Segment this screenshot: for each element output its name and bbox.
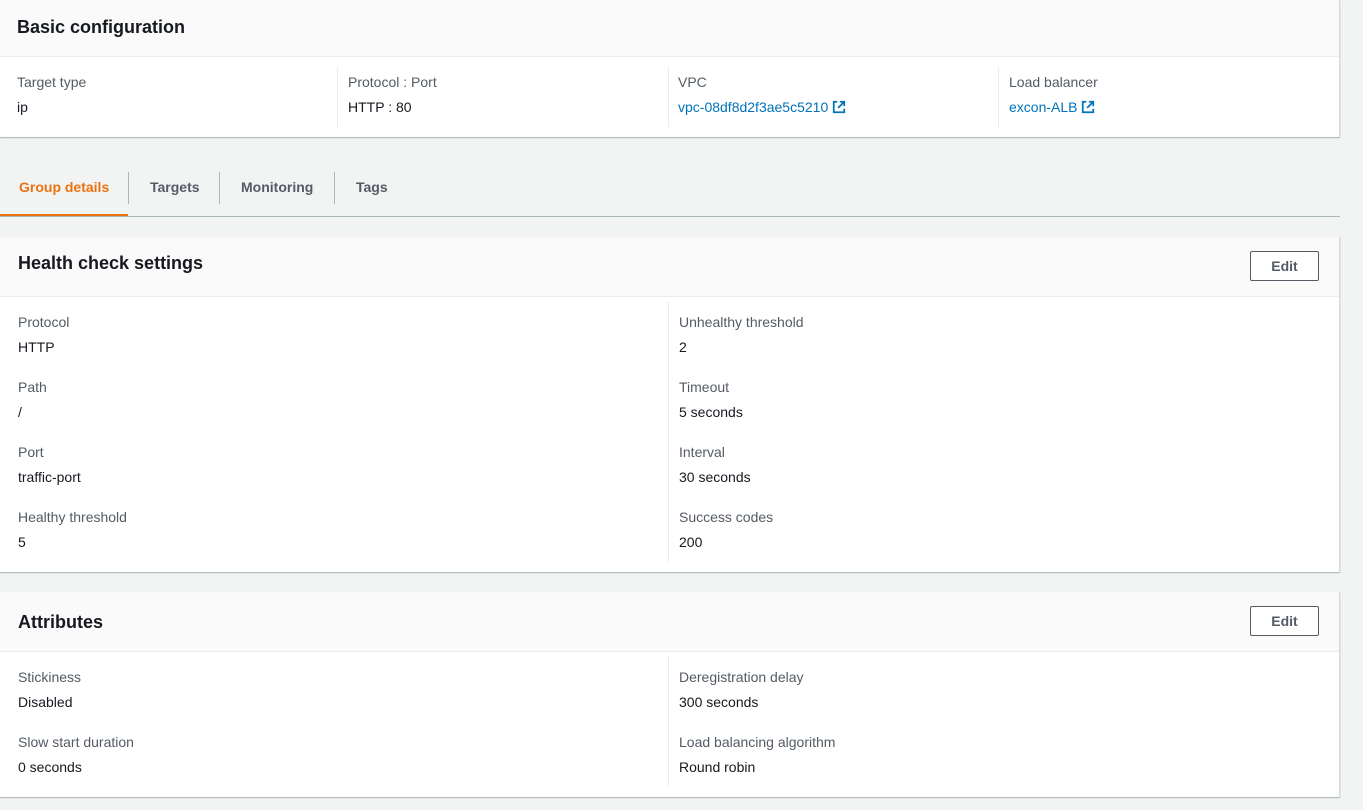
tab-group-details[interactable]: Group details (0, 160, 128, 216)
column-divider (668, 301, 669, 563)
vpc-field: VPC vpc-08df8d2f3ae5c5210 (668, 57, 998, 127)
interval-value: 30 seconds (679, 469, 751, 485)
vpc-link-text: vpc-08df8d2f3ae5c5210 (678, 99, 829, 115)
stickiness-label: Stickiness (18, 669, 82, 685)
load-balancing-algorithm-value: Round robin (679, 759, 756, 775)
protocol-port-field: Protocol : Port HTTP : 80 (337, 57, 668, 127)
attributes-title: Attributes (18, 612, 103, 632)
basic-configuration-header: Basic configuration (0, 0, 1339, 57)
deregistration-delay-value: 300 seconds (679, 694, 759, 710)
health-check-edit-button[interactable]: Edit (1250, 251, 1319, 281)
timeout-value: 5 seconds (679, 404, 743, 420)
tab-monitoring[interactable]: Monitoring (241, 160, 313, 216)
interval-label: Interval (679, 444, 725, 460)
path-value: / (18, 404, 22, 420)
load-balancer-link[interactable]: excon-ALB (1009, 99, 1095, 115)
healthy-threshold-label: Healthy threshold (18, 509, 127, 525)
success-codes-value: 200 (679, 534, 703, 550)
success-codes-label: Success codes (679, 509, 774, 525)
protocol-value: HTTP (18, 339, 55, 355)
attributes-panel: Attributes Edit Stickiness Disabled Slow… (0, 592, 1340, 797)
tab-tags[interactable]: Tags (356, 160, 388, 216)
external-link-icon (833, 100, 846, 114)
port-label: Port (18, 444, 44, 460)
tab-separator (219, 172, 220, 204)
tab-targets[interactable]: Targets (150, 160, 200, 216)
slow-start-duration-label: Slow start duration (18, 734, 134, 750)
timeout-label: Timeout (679, 379, 730, 395)
load-balancing-algorithm-label: Load balancing algorithm (679, 734, 836, 750)
path-label: Path (18, 379, 47, 395)
slow-start-duration-value: 0 seconds (18, 759, 82, 775)
attributes-edit-button[interactable]: Edit (1250, 606, 1319, 636)
column-divider (668, 656, 669, 786)
tab-separator (128, 172, 129, 204)
unhealthy-threshold-label: Unhealthy threshold (679, 314, 804, 330)
tab-separator (334, 172, 335, 204)
tab-bar: Group details Targets Monitoring Tags (0, 160, 1340, 217)
health-check-panel: Health check settings Edit Protocol HTTP… (0, 237, 1340, 572)
basic-configuration-title: Basic configuration (17, 17, 186, 37)
protocol-port-value: HTTP : 80 (348, 99, 412, 115)
stickiness-value: Disabled (18, 694, 73, 710)
deregistration-delay-label: Deregistration delay (679, 669, 804, 685)
basic-configuration-panel: Basic configuration Target type ip Proto… (0, 0, 1340, 137)
external-link-icon (1082, 100, 1095, 114)
protocol-label: Protocol (18, 314, 70, 330)
target-type-value: ip (17, 99, 28, 115)
vpc-label: VPC (678, 74, 707, 90)
health-check-header: Health check settings Edit (0, 237, 1339, 297)
load-balancer-field: Load balancer excon-ALB (998, 57, 1338, 127)
target-type-field: Target type ip (0, 57, 337, 127)
protocol-port-label: Protocol : Port (348, 74, 437, 90)
load-balancer-label: Load balancer (1009, 74, 1098, 90)
healthy-threshold-value: 5 (18, 534, 26, 550)
target-type-label: Target type (17, 74, 87, 90)
load-balancer-link-text: excon-ALB (1009, 99, 1078, 115)
attributes-header: Attributes Edit (0, 592, 1339, 652)
port-value: traffic-port (18, 469, 81, 485)
vpc-link[interactable]: vpc-08df8d2f3ae5c5210 (678, 99, 846, 115)
health-check-title: Health check settings (18, 253, 204, 273)
unhealthy-threshold-value: 2 (679, 339, 687, 355)
